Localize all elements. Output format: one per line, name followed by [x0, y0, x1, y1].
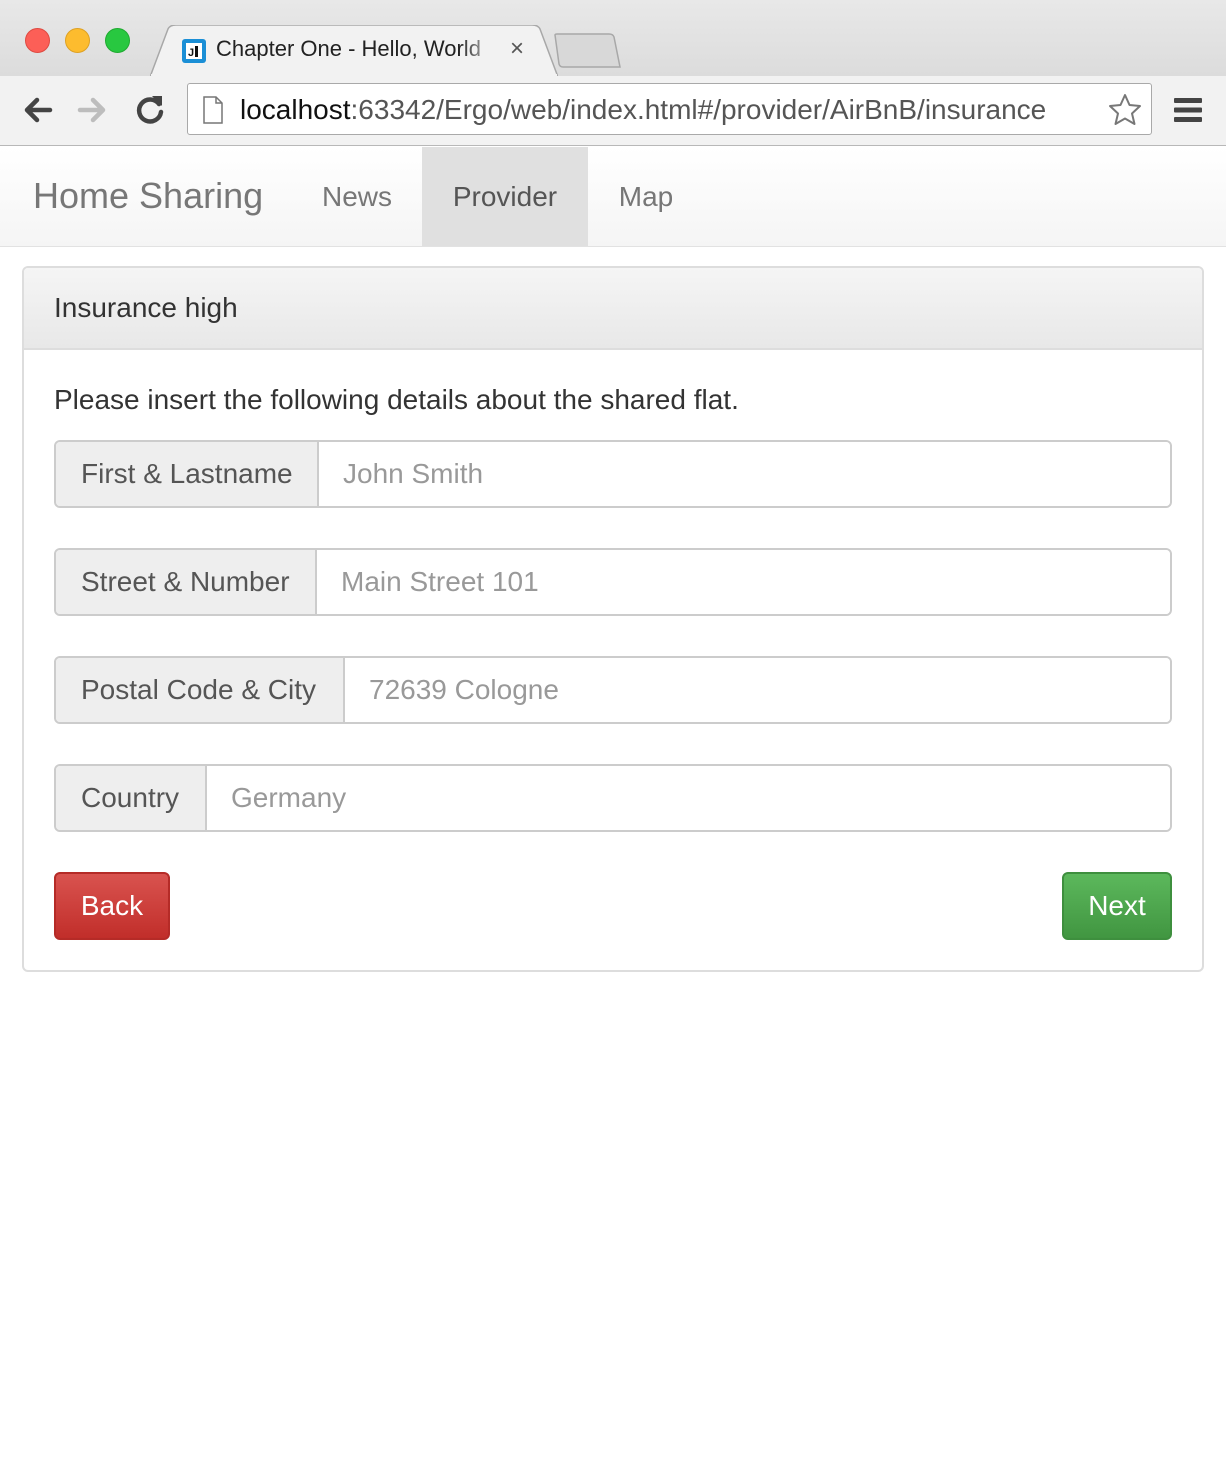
postal-city-input-group: Postal Code & City — [54, 656, 1172, 724]
zoom-window-button[interactable] — [105, 28, 130, 53]
back-arrow-icon[interactable] — [20, 92, 56, 128]
nav-item-map[interactable]: Map — [592, 147, 700, 246]
browser-toolbar: localhost:63342/Ergo/web/index.html#/pro… — [0, 76, 1226, 146]
top-navbar: Home Sharing News Provider Map — [0, 147, 1226, 247]
street-field[interactable] — [317, 550, 1170, 614]
page-viewport: Home Sharing News Provider Map Insurance… — [0, 147, 1226, 1474]
url-host: localhost — [240, 94, 351, 125]
nav-item-provider[interactable]: Provider — [422, 147, 588, 246]
insurance-panel: Insurance high Please insert the followi… — [22, 266, 1204, 972]
webstorm-icon: J — [182, 39, 206, 63]
tab-close-icon[interactable]: × — [510, 34, 524, 64]
address-bar[interactable]: localhost:63342/Ergo/web/index.html#/pro… — [187, 83, 1152, 135]
intro-text: Please insert the following details abou… — [54, 384, 739, 415]
browser-tab[interactable]: J Chapter One - Hello, World × — [150, 25, 558, 77]
browser-window: J Chapter One - Hello, World × localhost… — [0, 0, 1226, 1474]
close-window-button[interactable] — [25, 28, 50, 53]
menu-icon[interactable] — [1172, 95, 1204, 125]
name-input-group: First & Lastname — [54, 440, 1172, 508]
back-button[interactable]: Back — [54, 872, 170, 940]
postal-city-field[interactable] — [345, 658, 1170, 722]
country-input-group: Country — [54, 764, 1172, 832]
next-button[interactable]: Next — [1062, 872, 1172, 940]
name-field[interactable] — [319, 442, 1170, 506]
url-path: :63342/Ergo/web/index.html#/provider/Air… — [350, 94, 1047, 125]
url-text[interactable]: localhost:63342/Ergo/web/index.html#/pro… — [240, 94, 1046, 126]
country-field[interactable] — [207, 766, 1170, 830]
country-label: Country — [56, 766, 207, 830]
panel-heading: Insurance high — [24, 268, 1202, 350]
brand-link[interactable]: Home Sharing — [33, 175, 263, 217]
street-input-group: Street & Number — [54, 548, 1172, 616]
page-icon — [203, 96, 223, 124]
forward-arrow-icon[interactable] — [74, 92, 110, 128]
postal-city-label: Postal Code & City — [56, 658, 345, 722]
reload-icon[interactable] — [132, 92, 168, 128]
star-icon[interactable] — [1107, 92, 1143, 128]
nav-item-news[interactable]: News — [298, 147, 416, 246]
name-label: First & Lastname — [56, 442, 319, 506]
svg-text:J: J — [188, 47, 194, 59]
new-tab-button[interactable] — [553, 33, 623, 69]
title-bar: J Chapter One - Hello, World × — [0, 0, 1226, 77]
tab-title: Chapter One - Hello, World — [216, 36, 481, 61]
minimize-window-button[interactable] — [65, 28, 90, 53]
panel-title: Insurance high — [54, 292, 238, 323]
street-label: Street & Number — [56, 550, 317, 614]
